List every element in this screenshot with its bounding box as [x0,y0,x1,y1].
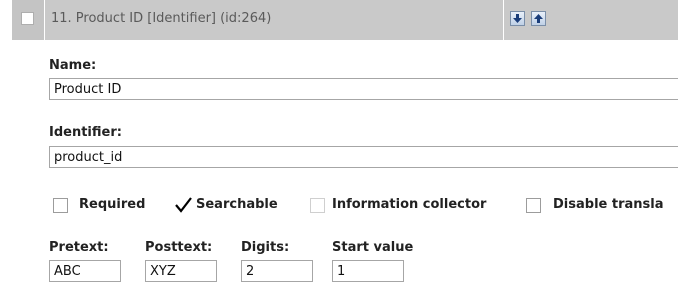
required-checkbox[interactable] [53,198,68,213]
start-value-label: Start value [332,240,414,255]
arrow-up-icon [534,14,543,23]
name-label: Name: [49,58,97,73]
searchable-label: Searchable [196,197,278,212]
digits-label: Digits: [241,240,290,255]
select-cell [12,0,45,40]
posttext-field[interactable] [145,260,217,282]
searchable-checkbox[interactable] [174,195,194,215]
options-row: Required Searchable Information collecto… [12,195,678,218]
disable-translation-label: Disable transla [553,197,664,212]
name-field[interactable] [49,78,678,100]
attribute-header: 11. Product ID [Identifier] (id:264) [12,0,678,40]
arrow-down-icon [513,14,522,23]
pretext-field[interactable] [49,260,121,282]
identifier-field[interactable] [49,146,678,168]
posttext-label: Posttext: [145,240,213,255]
select-attribute-checkbox[interactable] [21,12,34,25]
information-collector-label: Information collector [332,197,487,212]
required-label: Required [79,197,146,212]
start-value-field[interactable] [332,260,404,282]
pretext-label: Pretext: [49,240,109,255]
disable-translation-checkbox[interactable] [526,198,541,213]
attribute-title: 11. Product ID [Identifier] (id:264) [51,11,272,26]
move-up-button[interactable] [531,11,546,26]
attribute-body: Name: Identifier: Required Searchable In… [12,40,678,300]
title-cell: 11. Product ID [Identifier] (id:264) [45,0,504,40]
move-down-button[interactable] [510,11,525,26]
attribute-editor: 11. Product ID [Identifier] (id:264) Nam… [0,0,678,300]
identifier-label: Identifier: [49,125,122,140]
information-collector-checkbox [310,198,325,213]
digits-field[interactable] [241,260,313,282]
